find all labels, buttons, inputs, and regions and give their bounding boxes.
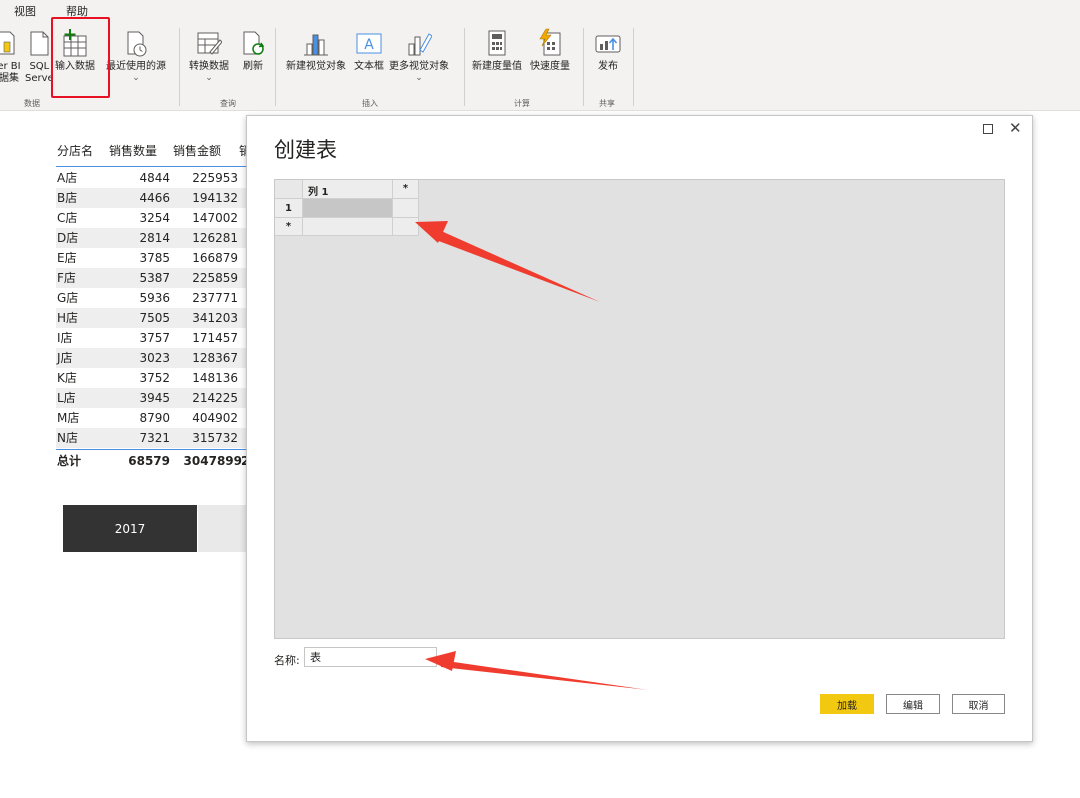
data-entry-grid: 列 1 * 1 * [274, 179, 1005, 639]
table-row[interactable]: I店 3757 171457 [56, 328, 256, 348]
header-store: 分店名 [57, 144, 94, 158]
sql-server-button[interactable]: SQL Serve [25, 28, 54, 85]
publish-button[interactable]: 发布 [595, 28, 621, 73]
new-row-marker: * [275, 218, 303, 236]
header-quantity: 销售数量 [109, 144, 158, 158]
ribbon-separator [633, 28, 634, 106]
table-row[interactable]: E店 3785 166879 [56, 248, 256, 268]
dataset-icon [0, 31, 15, 55]
year-slicer-next[interactable] [198, 505, 246, 552]
edit-button[interactable]: 编辑 [886, 694, 940, 714]
quick-calculator-icon [539, 28, 561, 56]
header-divider [56, 166, 256, 167]
quick-measure-button[interactable]: 快速度量 [530, 28, 570, 73]
dialog-title: 创建表 [274, 138, 337, 162]
table-row[interactable]: A店 4844 225953 [56, 168, 256, 188]
refresh-icon [243, 31, 265, 55]
row-number-1: 1 [275, 199, 303, 218]
new-measure-button[interactable]: 新建度量值 [472, 28, 522, 73]
table-row[interactable]: G店 5936 237771 [56, 288, 256, 308]
table-name-label: 名称: [274, 654, 300, 667]
new-row-add-cell[interactable] [393, 218, 419, 236]
table-row[interactable]: B店 4466 194132 [56, 188, 256, 208]
table-row[interactable]: M店 8790 404902 [56, 408, 256, 428]
group-label-insert: 插入 [362, 99, 378, 108]
ribbon-separator [179, 28, 180, 106]
ribbon-separator [464, 28, 465, 106]
table-row[interactable]: C店 3254 147002 [56, 208, 256, 228]
group-label-data: 数据 [24, 99, 40, 108]
table-row[interactable]: K店 3752 148136 [56, 368, 256, 388]
table-row[interactable]: N店 7321 315732 [56, 428, 256, 448]
refresh-button[interactable]: 刷新 [240, 28, 266, 73]
chevron-down-icon: ⌄ [132, 73, 140, 83]
ribbon-separator [583, 28, 584, 106]
bar-chart-icon [304, 34, 328, 56]
header-amount: 销售金额 [173, 144, 222, 158]
new-visual-button[interactable]: 新建视觉对象 [286, 28, 346, 73]
publish-icon [595, 35, 621, 53]
table-row[interactable]: J店 3023 128367 [56, 348, 256, 368]
close-icon[interactable]: ✕ [1009, 118, 1022, 138]
calculator-icon [488, 30, 506, 56]
chevron-down-icon: ⌄ [415, 73, 423, 83]
table-row[interactable]: F店 5387 225859 [56, 268, 256, 288]
total-divider [56, 449, 256, 450]
maximize-icon[interactable] [983, 124, 993, 134]
ribbon-separator [275, 28, 276, 106]
group-label-share: 共享 [599, 99, 615, 108]
year-slicer-2017[interactable]: 2017 [63, 505, 197, 552]
textbox-button[interactable]: A 文本框 [354, 28, 384, 73]
column-header-1[interactable]: 列 1 [303, 180, 393, 199]
group-label-calc: 计算 [514, 99, 530, 108]
cancel-button[interactable]: 取消 [952, 694, 1005, 714]
chevron-down-icon: ⌄ [205, 73, 213, 83]
ribbon: 视图 帮助 er BI 据集 SQL Serve 输入数据 最近使用的源 ⌄ 转… [0, 0, 1080, 111]
add-column-cell[interactable]: * [393, 180, 419, 199]
transform-table-icon [197, 32, 222, 55]
new-row-cell[interactable] [303, 218, 393, 236]
table-total-row: 总计 68579 3047899 2 [57, 454, 249, 468]
table-row[interactable]: H店 7505 341203 [56, 308, 256, 328]
svg-text:A: A [364, 37, 374, 53]
more-visuals-icon [408, 33, 432, 56]
recent-sources-button[interactable]: 最近使用的源 ⌄ [106, 28, 166, 83]
table-row[interactable]: D店 2814 126281 [56, 228, 256, 248]
recent-clock-icon [127, 31, 147, 57]
menu-view[interactable]: 视图 [14, 3, 36, 19]
grid-cell-r1-add[interactable] [393, 199, 419, 218]
grid-corner [275, 180, 303, 199]
group-label-query: 查询 [220, 99, 236, 108]
textbox-icon: A [356, 33, 382, 54]
more-visuals-button[interactable]: 更多视觉对象 ⌄ [389, 28, 449, 83]
grid-cell-r1c1[interactable] [303, 199, 393, 218]
load-button[interactable]: 加载 [820, 694, 874, 714]
table-row[interactable]: L店 3945 214225 [56, 388, 256, 408]
powerbi-datasets-button[interactable]: er BI 据集 [0, 28, 22, 85]
sql-file-icon [30, 31, 49, 56]
enter-data-highlight [51, 17, 110, 98]
transform-data-button[interactable]: 转换数据 ⌄ [189, 28, 229, 83]
table-name-input[interactable] [304, 647, 437, 667]
create-table-dialog: 创建表 ✕ 列 1 * 1 * 名称: 加载 编辑 取消 [246, 115, 1033, 742]
